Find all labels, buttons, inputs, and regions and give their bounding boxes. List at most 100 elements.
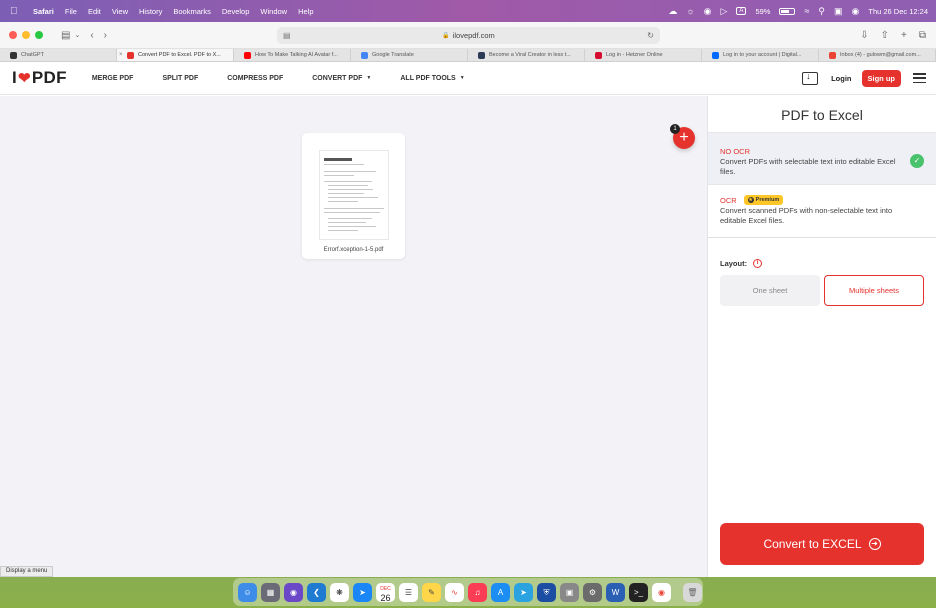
convert-to-excel-button[interactable]: Convert to EXCEL ➜ xyxy=(720,523,924,565)
screen-recorder-icon[interactable]: ◉ xyxy=(284,582,303,602)
calendar-icon[interactable]: DEC 26 xyxy=(376,582,395,602)
menu-clock[interactable]: Thu 26 Dec 12:24 xyxy=(868,7,928,16)
telegram-icon[interactable]: ➤ xyxy=(514,582,533,602)
chevron-down-icon[interactable]: ⌄ xyxy=(74,31,80,39)
app-store-icon[interactable]: A xyxy=(491,582,510,602)
siri-icon[interactable]: ◉ xyxy=(852,6,860,17)
chrome-icon[interactable]: ◉ xyxy=(652,582,671,602)
safari-window: ▤ ⌄ ‹ › ▤ 🔒 ilovepdf.com ↻ ⇩ ⇧ + ⧉ ChatG… xyxy=(0,22,936,577)
desktop-download-icon[interactable] xyxy=(802,71,819,85)
play-icon[interactable]: ▷ xyxy=(721,6,728,17)
lock-icon: 🔒 xyxy=(442,33,450,39)
nav-convert-pdf[interactable]: CONVERT PDF ▼ xyxy=(312,75,371,82)
no-ocr-option[interactable]: NO OCR Convert PDFs with selectable text… xyxy=(708,132,936,184)
nav-label: CONVERT PDF xyxy=(312,74,363,82)
sidebar-toggle-icon[interactable]: ▤ xyxy=(61,30,70,41)
nav-split-pdf[interactable]: SPLIT PDF xyxy=(162,75,198,82)
file-workspace: Errorf.xception-1-5.pdf + 1 Display a me… xyxy=(0,96,707,577)
control-center-icon[interactable]: ▣ xyxy=(834,6,843,17)
spotlight-icon[interactable]: ⚲ xyxy=(818,6,825,17)
browser-tab[interactable]: Log in - Hetzner Online xyxy=(585,49,702,61)
safari-icon[interactable]: ➤ xyxy=(353,582,372,602)
vscode-icon[interactable]: ❮ xyxy=(307,582,326,602)
menu-view[interactable]: View xyxy=(112,7,128,16)
new-tab-icon[interactable]: + xyxy=(901,30,907,41)
share-icon[interactable]: ⇧ xyxy=(881,30,889,41)
layout-toggle: One sheet Multiple sheets xyxy=(720,275,936,306)
arrow-right-icon: ➜ xyxy=(868,538,881,550)
tab-label: Convert PDF to Excel. PDF to X... xyxy=(138,52,221,58)
recording-icon[interactable]: ◉ xyxy=(704,6,712,17)
ocr-title: OCR xyxy=(720,195,737,205)
nav-compress-pdf[interactable]: COMPRESS PDF xyxy=(227,75,283,82)
address-bar[interactable]: ▤ 🔒 ilovepdf.com ↻ xyxy=(277,27,660,44)
screen-share-icon[interactable]: ☼ xyxy=(686,6,694,16)
info-icon[interactable]: i xyxy=(753,259,763,268)
menu-history[interactable]: History xyxy=(139,7,162,16)
bitwarden-icon[interactable]: ⛨ xyxy=(537,582,556,602)
file-card[interactable]: Errorf.xception-1-5.pdf xyxy=(302,133,405,259)
menu-edit[interactable]: Edit xyxy=(88,7,101,16)
music-icon[interactable]: ♫ xyxy=(468,582,487,602)
browser-tab[interactable]: Inbox (4) - gulowm@gmail.com... xyxy=(819,49,936,61)
notes-icon[interactable]: ✎ xyxy=(422,582,441,602)
creative-cloud-icon[interactable]: ☁ xyxy=(668,6,677,17)
reload-icon[interactable]: ↻ xyxy=(647,31,654,40)
nav-merge-pdf[interactable]: MERGE PDF xyxy=(92,75,134,82)
freeform-icon[interactable]: ∿ xyxy=(445,582,464,602)
minimize-window-button[interactable] xyxy=(22,31,30,39)
signup-button[interactable]: Sign up xyxy=(861,69,901,87)
battery-icon[interactable] xyxy=(779,7,796,15)
menu-window[interactable]: Window xyxy=(260,7,287,16)
reminders-icon[interactable]: ☰ xyxy=(399,582,418,602)
caret-down-icon: ▼ xyxy=(459,75,465,81)
browser-tab[interactable]: How To Make Talking AI Avatar f... xyxy=(234,49,351,61)
forward-icon[interactable]: › xyxy=(104,30,107,41)
hamburger-menu-icon[interactable] xyxy=(913,73,926,83)
close-window-button[interactable] xyxy=(9,31,17,39)
chatgpt-icon[interactable]: ❋ xyxy=(330,582,349,602)
browser-tab[interactable]: Google Translate xyxy=(351,49,468,61)
menu-bookmarks[interactable]: Bookmarks xyxy=(173,7,211,16)
menu-app-name[interactable]: Safari xyxy=(33,7,54,16)
main-nav: MERGE PDF SPLIT PDF COMPRESS PDF CONVERT… xyxy=(92,75,494,82)
tab-overview-icon[interactable]: ⧉ xyxy=(919,30,926,41)
caret-down-icon: ▼ xyxy=(366,75,372,81)
apple-menu-icon[interactable]:  xyxy=(10,6,24,17)
terminal-icon[interactable]: >_ xyxy=(629,582,648,602)
wifi-icon[interactable]: ≈ xyxy=(804,6,809,16)
system-settings-icon[interactable]: ⚙ xyxy=(583,582,602,602)
premium-label: Premium xyxy=(755,197,780,203)
browser-tab[interactable]: Log in to your account | Digital... xyxy=(702,49,819,61)
zoom-window-button[interactable] xyxy=(35,31,43,39)
trash-icon[interactable]: 🗑 xyxy=(683,582,702,602)
tab-favicon-icon xyxy=(10,51,17,59)
ilovepdf-logo[interactable]: I ❤ PDF xyxy=(12,68,67,88)
back-icon[interactable]: ‹ xyxy=(90,30,93,41)
input-source-icon[interactable]: A xyxy=(736,7,747,15)
tab-label: Log in to your account | Digital... xyxy=(723,52,802,58)
preview-icon[interactable]: ▣ xyxy=(560,582,579,602)
word-icon[interactable]: W xyxy=(606,582,625,602)
browser-tab[interactable]: × Convert PDF to Excel. PDF to X... xyxy=(117,49,234,61)
page-menu-icon[interactable]: ▤ xyxy=(283,31,291,40)
menu-develop[interactable]: Develop xyxy=(222,7,250,16)
browser-tab[interactable]: ChatGPT xyxy=(0,49,117,61)
file-name: Errorf.xception-1-5.pdf xyxy=(323,247,384,253)
ocr-option[interactable]: OCR ★ Premium Convert scanned PDFs with n… xyxy=(708,184,936,238)
menu-help[interactable]: Help xyxy=(298,7,313,16)
file-count-badge: 1 xyxy=(670,124,680,134)
nav-all-pdf-tools[interactable]: ALL PDF TOOLS ▼ xyxy=(400,75,464,82)
menu-file[interactable]: File xyxy=(65,7,77,16)
heart-icon: ❤ xyxy=(18,70,31,87)
site-header: I ❤ PDF MERGE PDF SPLIT PDF COMPRESS PDF… xyxy=(0,62,936,95)
one-sheet-button[interactable]: One sheet xyxy=(720,275,820,306)
tab-favicon-icon xyxy=(595,51,602,59)
browser-tab[interactable]: Become a Viral Creator in less t... xyxy=(468,49,585,61)
download-icon[interactable]: ⇩ xyxy=(860,30,868,41)
launchpad-icon[interactable]: ▦ xyxy=(261,582,280,602)
finder-icon[interactable]: ☺ xyxy=(238,582,257,602)
login-link[interactable]: Login xyxy=(831,74,851,83)
multiple-sheets-button[interactable]: Multiple sheets xyxy=(824,275,924,306)
close-tab-icon[interactable]: × xyxy=(119,52,123,58)
